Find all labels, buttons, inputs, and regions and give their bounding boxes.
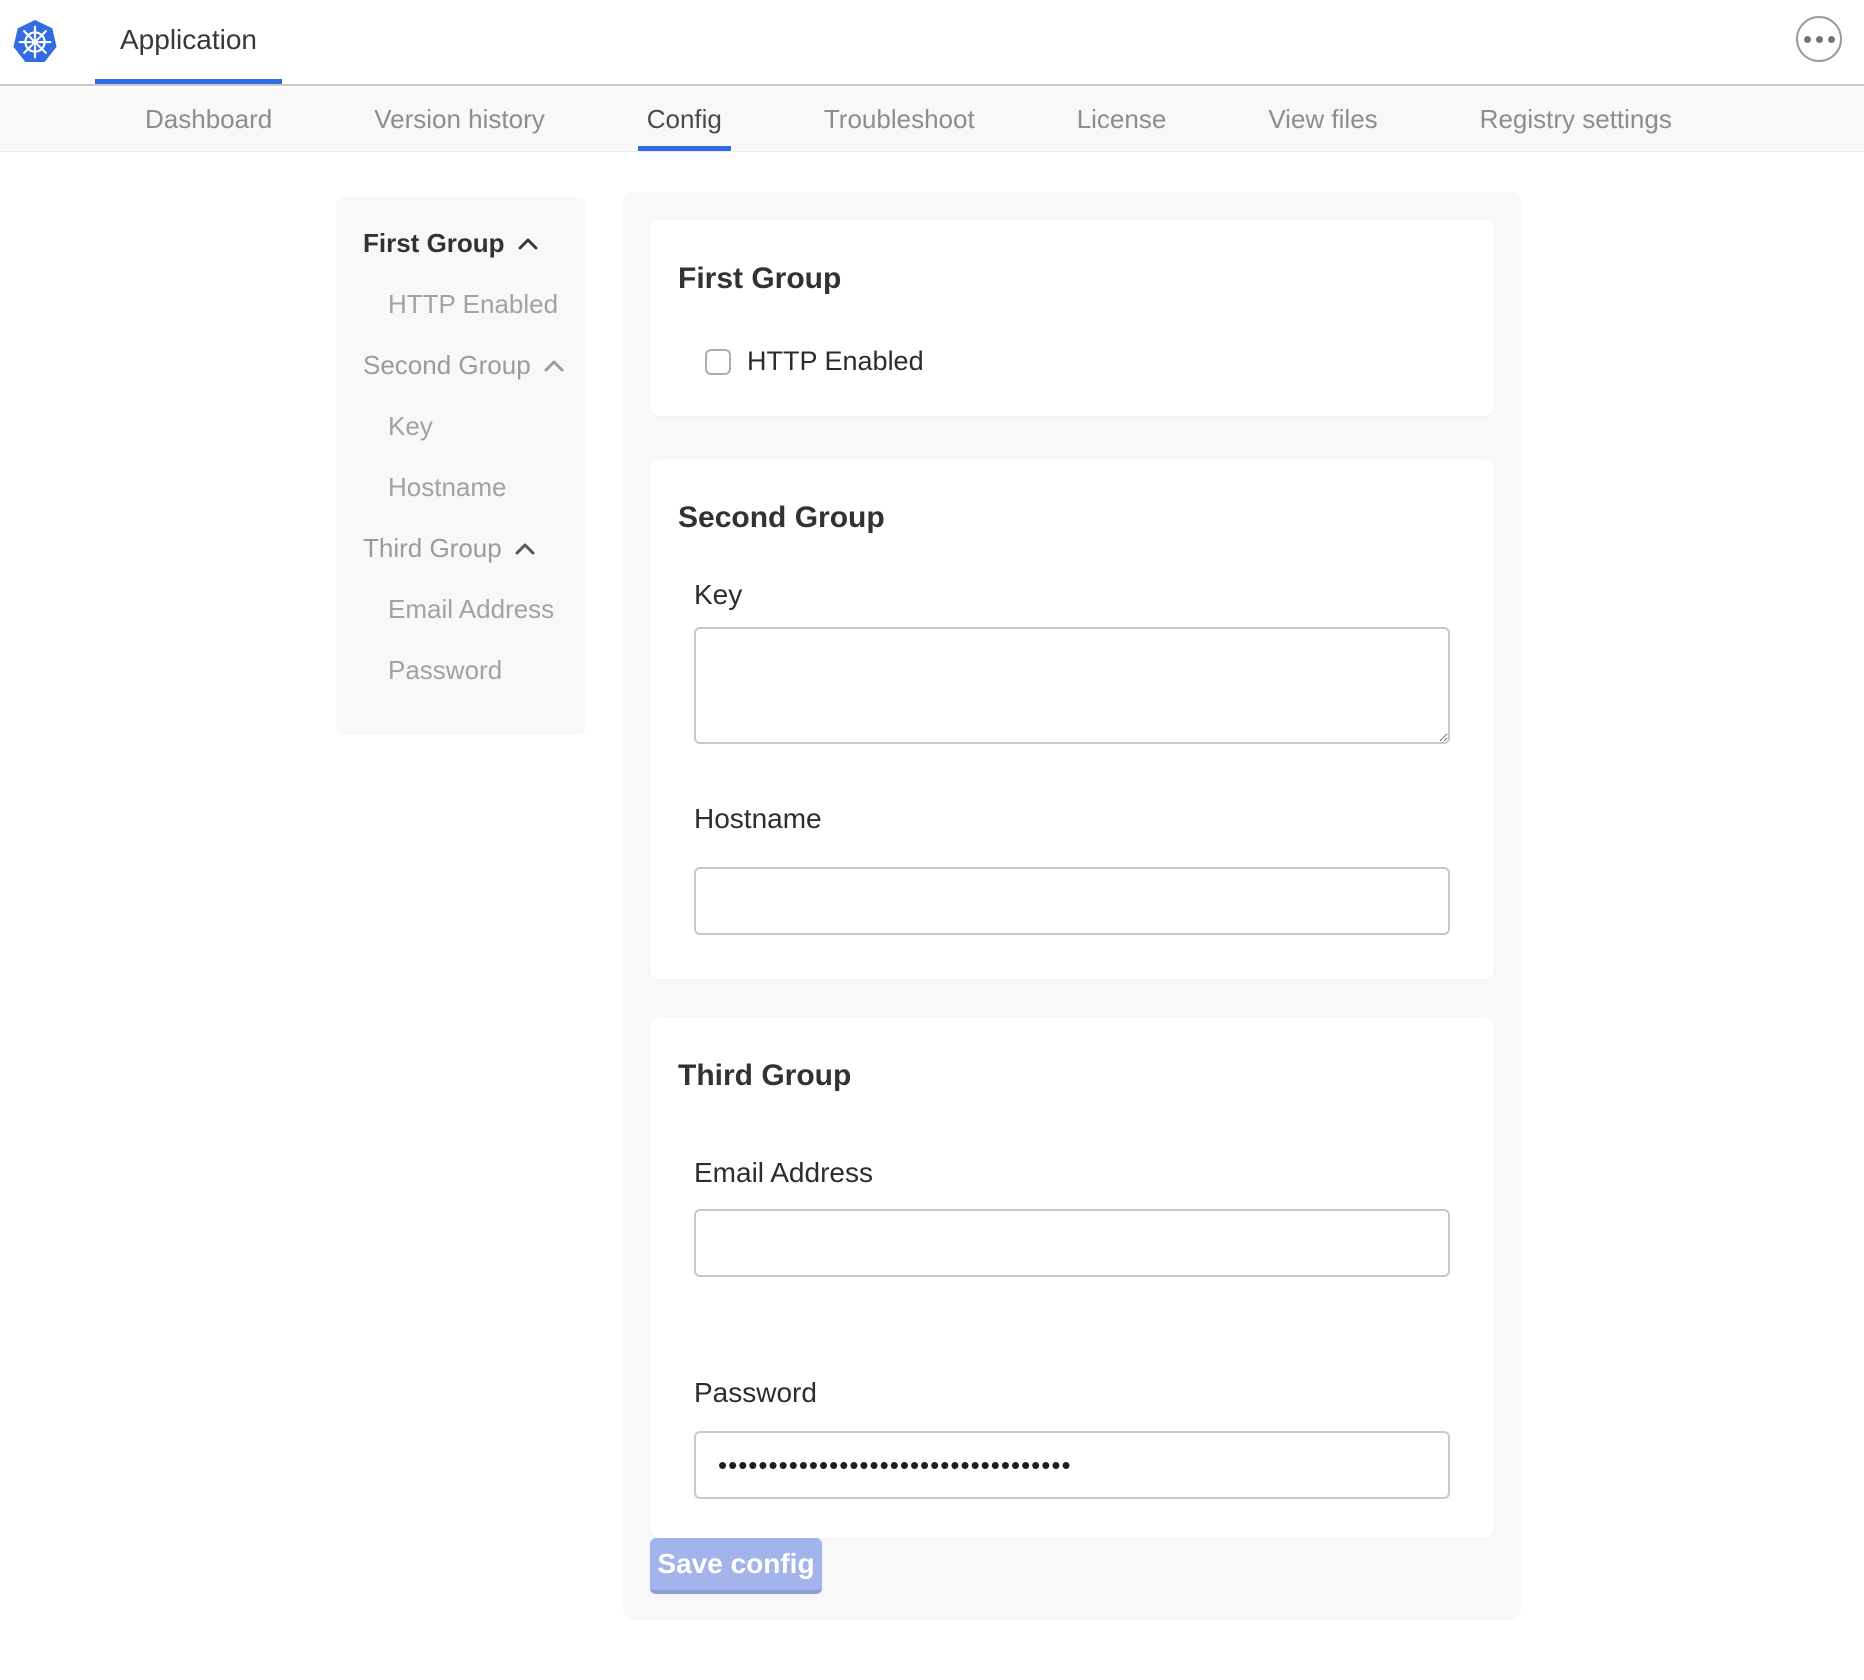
config-group-second: Second Group Key Hostname (650, 459, 1494, 979)
config-group-third: Third Group Email Address Password (650, 1017, 1494, 1538)
sidebar-item-label: First Group (363, 228, 505, 259)
group-title: Second Group (678, 501, 885, 535)
save-config-button[interactable]: Save config (650, 1538, 822, 1594)
group-title: First Group (678, 262, 841, 296)
sidebar-item-label: HTTP Enabled (388, 289, 558, 320)
chevron-up-icon (544, 360, 564, 372)
config-form-panel: First Group HTTP Enabled Second Group Ke… (623, 192, 1521, 1620)
http-enabled-row: HTTP Enabled (705, 346, 924, 377)
sidebar-item-third-group[interactable]: Third Group (336, 518, 586, 579)
chevron-up-icon (518, 238, 538, 250)
chevron-up-icon (515, 543, 535, 555)
sidebar-item-password[interactable]: Password (336, 640, 586, 701)
app-header: Application (0, 0, 1864, 86)
ellipsis-icon (1828, 36, 1835, 43)
tab-view-files[interactable]: View files (1259, 88, 1386, 151)
tab-dashboard[interactable]: Dashboard (136, 88, 281, 151)
sidebar-item-label: Third Group (363, 533, 502, 564)
sidebar-item-label: Second Group (363, 350, 531, 381)
sidebar-item-label: Password (388, 655, 502, 686)
http-enabled-checkbox[interactable] (705, 349, 731, 375)
key-textarea[interactable] (694, 627, 1450, 744)
sidebar-item-second-group[interactable]: Second Group (336, 335, 586, 396)
sidebar-item-first-group[interactable]: First Group (336, 213, 586, 274)
tab-registry-settings[interactable]: Registry settings (1471, 88, 1681, 151)
ellipsis-icon (1816, 36, 1823, 43)
group-title: Third Group (678, 1059, 851, 1093)
config-group-first: First Group HTTP Enabled (650, 220, 1494, 416)
sidebar-item-label: Hostname (388, 472, 507, 503)
sidebar-item-label: Email Address (388, 594, 554, 625)
password-input[interactable] (694, 1431, 1450, 1499)
sidebar-item-email-address[interactable]: Email Address (336, 579, 586, 640)
kubernetes-logo-icon (11, 15, 59, 71)
nav-tab-bar: Dashboard Version history Config Trouble… (0, 88, 1864, 152)
sidebar-item-http-enabled[interactable]: HTTP Enabled (336, 274, 586, 335)
email-address-label: Email Address (694, 1157, 873, 1189)
key-label: Key (694, 579, 742, 611)
password-label: Password (694, 1377, 817, 1409)
config-nav-sidebar: First Group HTTP Enabled Second Group Ke… (336, 197, 586, 735)
ellipsis-icon (1804, 36, 1811, 43)
tab-license[interactable]: License (1068, 88, 1176, 151)
hostname-label: Hostname (694, 803, 822, 835)
sidebar-item-key[interactable]: Key (336, 396, 586, 457)
overflow-menu-button[interactable] (1796, 16, 1842, 62)
email-address-input[interactable] (694, 1209, 1450, 1277)
tab-troubleshoot[interactable]: Troubleshoot (815, 88, 984, 151)
hostname-input[interactable] (694, 867, 1450, 935)
sidebar-item-hostname[interactable]: Hostname (336, 457, 586, 518)
sidebar-item-label: Key (388, 411, 433, 442)
tab-version-history[interactable]: Version history (365, 88, 554, 151)
app-tab-application[interactable]: Application (95, 0, 282, 84)
checkbox-label: HTTP Enabled (747, 346, 924, 377)
tab-config[interactable]: Config (638, 88, 731, 151)
